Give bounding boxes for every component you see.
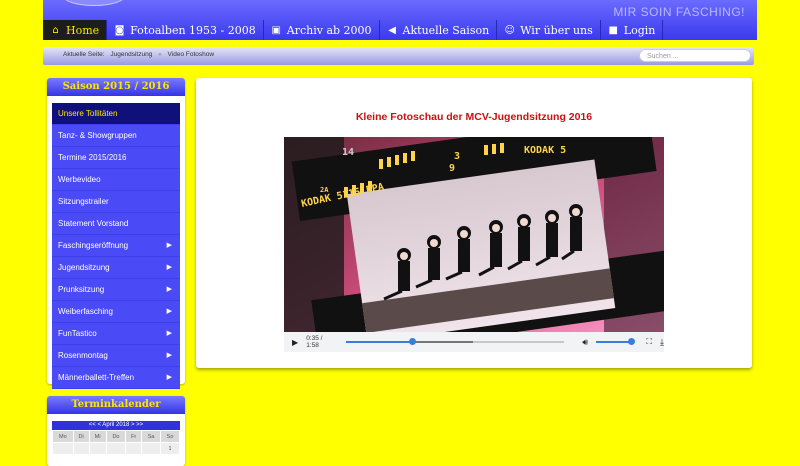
breadcrumb-item-current: Video Fotoshow bbox=[167, 51, 215, 58]
calendar-weekday: Mi bbox=[88, 430, 107, 443]
chevron-right-icon: ▶ bbox=[166, 374, 172, 381]
season-menu: Unsere Tollitäten Tanz- & Showgruppen Term… bbox=[52, 103, 180, 389]
calendar-icon: ▣ bbox=[271, 24, 281, 36]
calendar-month-nav[interactable]: << < April 2018 > >> bbox=[52, 421, 180, 430]
calendar-weekday: Mo bbox=[52, 430, 74, 443]
nav-item-label: Login bbox=[623, 23, 656, 37]
sidebar-item-label: FunTastico bbox=[58, 329, 97, 338]
sidebar-item-label: Prunksitzung bbox=[58, 285, 105, 294]
fullscreen-icon[interactable]: ⛶ bbox=[646, 337, 652, 347]
sidebar-item-label: Weiberfasching bbox=[58, 307, 113, 316]
nav-item-wir-ber-uns[interactable]: ☺ Wir über uns bbox=[497, 20, 601, 40]
header-bar: MIR SOIN FASCHING! ⌂ Home ◙ Fotoalben 1953 … bbox=[43, 0, 757, 40]
chevron-right-icon: ▶ bbox=[166, 330, 172, 337]
nav-item-label: Wir über uns bbox=[520, 23, 593, 37]
chevron-right-icon: ▶ bbox=[166, 308, 172, 315]
play-icon[interactable]: ▶ bbox=[292, 338, 300, 347]
video-player[interactable]: KODAK 5115 PPA 3 9 14 2A KODAK 5 ▶ 0:35 … bbox=[284, 137, 664, 352]
volume-icon[interactable]: 🔊︎ bbox=[582, 337, 588, 348]
season-title: Saison 2015 / 2016 bbox=[47, 78, 185, 96]
breadcrumb-item-jugendsitzung[interactable]: Jugendsitzung bbox=[110, 51, 152, 58]
volume-slider[interactable] bbox=[596, 338, 636, 345]
sidebar-item-label: Statement Vorstand bbox=[58, 219, 129, 228]
download-icon[interactable]: ⤓ bbox=[660, 337, 664, 348]
film-text-9: 9 bbox=[449, 163, 455, 174]
article-title: Kleine Fotoschau der MCV-Jugendsitzung 2… bbox=[355, 111, 593, 123]
nav-item-aktuelle-saison[interactable]: ◀ Aktuelle Saison bbox=[380, 20, 498, 40]
sidebar-item-rosenmontag[interactable]: Rosenmontag ▶ bbox=[52, 345, 180, 367]
seek-bar[interactable] bbox=[346, 338, 565, 345]
nav-item-archiv-ab-2000[interactable]: ▣ Archiv ab 2000 bbox=[264, 20, 380, 40]
sidebar-item-faschingseröffnung[interactable]: Faschingseröffnung ▶ bbox=[52, 235, 180, 257]
video-frame: KODAK 5115 PPA 3 9 14 2A KODAK 5 bbox=[284, 137, 664, 332]
breadcrumb-prefix: Aktuelle Seite: bbox=[63, 51, 105, 58]
breadcrumb: Aktuelle Seite: Jugendsitzung » Video Fo… bbox=[63, 51, 214, 58]
chevron-right-icon: ▶ bbox=[166, 264, 172, 271]
sidebar-item-männerballett-treffen[interactable]: Männerballett-Treffen ▶ bbox=[52, 367, 180, 389]
sidebar-item-label: Faschingseröffnung bbox=[58, 241, 129, 250]
sidebar-item-jugendsitzung[interactable]: Jugendsitzung ▶ bbox=[52, 257, 180, 279]
film-text-14: 14 bbox=[342, 147, 354, 158]
site-logo[interactable] bbox=[63, 0, 125, 6]
seek-buffered bbox=[411, 341, 473, 343]
sidebar-item-weiberfasching[interactable]: Weiberfasching ▶ bbox=[52, 301, 180, 323]
calendar-weekday: Do bbox=[105, 430, 127, 443]
chevron-right-icon: ▶ bbox=[166, 286, 172, 293]
sidebar-item-statement-vorstand[interactable]: Statement Vorstand bbox=[52, 213, 180, 235]
sidebar-item-tanz-showgruppen[interactable]: Tanz- & Showgruppen bbox=[52, 125, 180, 147]
breadcrumb-bar: Aktuelle Seite: Jugendsitzung » Video Fo… bbox=[43, 47, 754, 65]
nav-item-fotoalben-1953-2008[interactable]: ◙ Fotoalben 1953 - 2008 bbox=[107, 20, 264, 40]
calendar: << < April 2018 > >> Mo Di Mi Do Fr Sa So 1 bbox=[52, 421, 180, 455]
sidebar-item-funtastico[interactable]: FunTastico ▶ bbox=[52, 323, 180, 345]
main-nav: ⌂ Home ◙ Fotoalben 1953 - 2008 ▣ Archiv ab 20… bbox=[43, 20, 664, 40]
search-input[interactable]: Suchen ... bbox=[639, 49, 751, 62]
sidebar-item-label: Werbevideo bbox=[58, 175, 101, 184]
sidebar-item-werbevideo[interactable]: Werbevideo bbox=[52, 169, 180, 191]
calendar-weekday: So bbox=[160, 430, 180, 443]
calendar-grid: Mo Di Mi Do Fr Sa So 1 bbox=[52, 430, 180, 455]
main-content: Kleine Fotoschau der MCV-Jugendsitzung 2… bbox=[196, 78, 752, 368]
film-text-3: 3 bbox=[454, 151, 460, 162]
season-box: Saison 2015 / 2016 Unsere Tollitäten Tanz… bbox=[47, 78, 185, 389]
nav-item-login[interactable]: ■ Login bbox=[601, 20, 664, 40]
sidebar-item-label: Rosenmontag bbox=[58, 351, 108, 360]
calendar-box: Terminkalender << < April 2018 > >> Mo Di… bbox=[47, 396, 185, 466]
calendar-title: Terminkalender bbox=[47, 396, 185, 414]
sidebar-item-label: Unsere Tollitäten bbox=[58, 109, 118, 118]
film-text-kodak-top: KODAK 5 bbox=[524, 145, 566, 156]
sidebar-item-prunksitzung[interactable]: Prunksitzung ▶ bbox=[52, 279, 180, 301]
chevron-right-icon: ▶ bbox=[166, 352, 172, 359]
chevron-right-icon: ▶ bbox=[166, 242, 172, 249]
film-text-2a: 2A bbox=[320, 186, 329, 194]
sidebar-item-label: Termine 2015/2016 bbox=[58, 153, 127, 162]
nav-item-label: Home bbox=[66, 23, 100, 37]
nav-item-label: Aktuelle Saison bbox=[402, 23, 490, 37]
sidebar-item-unsere-tollitäten[interactable]: Unsere Tollitäten bbox=[52, 103, 180, 125]
breadcrumb-separator: » bbox=[158, 51, 162, 58]
volume-handle[interactable] bbox=[628, 338, 636, 345]
video-time: 0:35 / 1:58 bbox=[306, 335, 323, 349]
sidebar-item-label: Männerballett-Treffen bbox=[58, 373, 135, 382]
seek-played bbox=[346, 341, 412, 343]
sidebar-item-label: Jugendsitzung bbox=[58, 263, 110, 272]
nav-item-label: Fotoalben 1953 - 2008 bbox=[130, 23, 256, 37]
sidebar-item-label: Tanz- & Showgruppen bbox=[58, 131, 137, 140]
calendar-weekday: Di bbox=[72, 430, 90, 443]
camera-icon: ◙ bbox=[114, 24, 125, 36]
nav-item-home[interactable]: ⌂ Home bbox=[43, 20, 108, 40]
nav-item-label: Archiv ab 2000 bbox=[286, 23, 372, 37]
calendar-weekday: Fr bbox=[125, 430, 143, 443]
lock-icon: ■ bbox=[608, 24, 618, 36]
video-controls: ▶ 0:35 / 1:58 🔊︎ ⛶ ⤓ bbox=[284, 332, 664, 352]
seek-handle[interactable] bbox=[408, 338, 416, 345]
calendar-weekday: Sa bbox=[141, 430, 162, 443]
sidebar-item-termine-2015-2016[interactable]: Termine 2015/2016 bbox=[52, 147, 180, 169]
megaphone-icon: ◀ bbox=[388, 24, 396, 36]
sidebar-item-label: Sitzungstrailer bbox=[58, 197, 109, 206]
site-slogan: MIR SOIN FASCHING! bbox=[613, 5, 745, 19]
smiley-icon: ☺ bbox=[504, 24, 515, 36]
home-icon: ⌂ bbox=[52, 24, 59, 36]
sidebar-item-sitzungstrailer[interactable]: Sitzungstrailer bbox=[52, 191, 180, 213]
